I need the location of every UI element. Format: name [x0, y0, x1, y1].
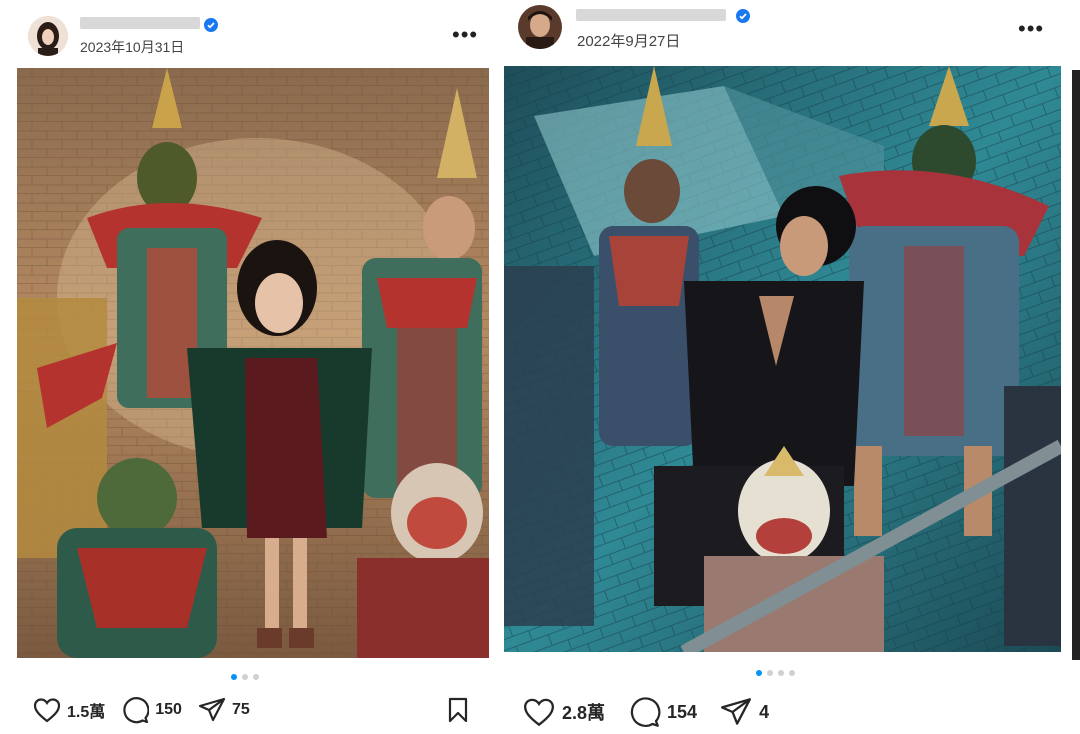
heart-icon — [33, 698, 61, 723]
send-icon — [721, 698, 752, 725]
post-actions: 1.5萬 150 75 — [33, 696, 266, 724]
more-options-icon[interactable]: ••• — [1018, 18, 1044, 40]
comment-icon — [630, 697, 661, 727]
share-count: 4 — [759, 701, 770, 722]
more-options-icon[interactable]: ••• — [452, 24, 478, 46]
share-count: 75 — [231, 701, 250, 718]
avatar[interactable] — [28, 16, 68, 56]
verified-icon — [736, 9, 750, 23]
like-button[interactable]: 2.8萬 — [522, 697, 605, 727]
post-header: 2023年10月31日 ••• — [0, 0, 500, 66]
share-button[interactable]: 75 — [198, 697, 250, 723]
comment-count: 154 — [667, 701, 698, 722]
carousel-dot[interactable] — [767, 670, 773, 676]
adjacent-post-edge — [1072, 70, 1080, 660]
like-count: 2.8萬 — [562, 703, 606, 723]
post-image[interactable] — [17, 68, 489, 658]
post-image[interactable] — [504, 66, 1061, 652]
post-image-art — [504, 66, 1061, 652]
post-date: 2023年10月31日 — [80, 39, 185, 55]
avatar-photo-icon — [28, 16, 68, 56]
save-button[interactable] — [447, 697, 469, 728]
carousel-indicator — [756, 670, 795, 676]
post-actions: 2.8萬 154 4 — [522, 696, 785, 728]
bookmark-icon — [448, 697, 468, 723]
post-left: 2023年10月31日 ••• 1.5萬 150 75 — [0, 0, 500, 734]
comment-count: 150 — [155, 701, 182, 718]
carousel-indicator — [231, 674, 259, 680]
avatar[interactable] — [518, 5, 562, 49]
comment-button[interactable]: 150 — [121, 696, 182, 724]
carousel-dot[interactable] — [242, 674, 248, 680]
carousel-dot[interactable] — [789, 670, 795, 676]
carousel-dot[interactable] — [756, 670, 762, 676]
comment-icon — [123, 697, 150, 724]
like-count: 1.5萬 — [67, 704, 106, 721]
post-image-art — [17, 68, 489, 658]
carousel-dot[interactable] — [253, 674, 259, 680]
like-button[interactable]: 1.5萬 — [33, 697, 105, 723]
heart-icon — [523, 698, 555, 727]
carousel-dot[interactable] — [778, 670, 784, 676]
post-header: 2022年9月27日 ••• — [500, 0, 1080, 66]
share-button[interactable]: 4 — [719, 697, 769, 727]
post-right: 2022年9月27日 ••• 2.8萬 154 4 — [500, 0, 1080, 734]
username-redacted[interactable] — [80, 14, 200, 31]
post-date: 2022年9月27日 — [577, 33, 681, 50]
comment-button[interactable]: 154 — [627, 696, 697, 728]
username-redacted[interactable] — [576, 6, 726, 23]
carousel-dot[interactable] — [231, 674, 237, 680]
avatar-photo-icon — [518, 5, 562, 49]
verified-icon — [204, 18, 218, 32]
send-icon — [198, 697, 226, 722]
